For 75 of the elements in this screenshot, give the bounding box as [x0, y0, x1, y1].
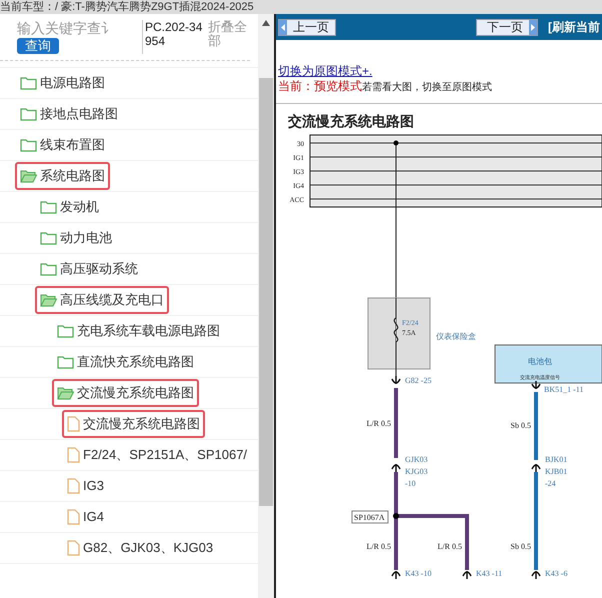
scroll-up-icon[interactable] — [262, 20, 270, 26]
junction-dot — [394, 140, 398, 146]
wire-label: L/R 0.5 — [366, 542, 391, 551]
connector-label: K43 -10 — [405, 569, 432, 578]
folder-icon — [40, 200, 57, 214]
file-icon — [67, 416, 80, 432]
connector-label: KJB01 — [545, 467, 568, 476]
connector-label: KJG03 — [405, 467, 428, 476]
wire-label: Sb 0.5 — [510, 542, 531, 551]
tree-file-item[interactable]: G82、GJK03、KJG03 — [62, 534, 218, 562]
tree-folder-item[interactable]: 动力电池 — [35, 224, 117, 252]
connector-label: GJK03 — [405, 455, 428, 464]
search-button[interactable]: 查询 — [17, 38, 59, 54]
tree-folder-item[interactable]: 直流快充系统电路图 — [52, 348, 199, 376]
folder-icon — [20, 107, 37, 121]
connector-symbol — [391, 570, 401, 580]
open-folder-icon — [20, 169, 37, 183]
tree-file-item[interactable]: 交流慢充系统电路图 — [62, 410, 205, 438]
code-text: PC.202-34954 — [145, 20, 204, 48]
connector-label: BJK01 — [545, 455, 568, 464]
tree-file-item[interactable]: IG4 — [62, 503, 109, 531]
tree-file-item[interactable]: F2/24、SP2151A、SP1067/ — [62, 441, 252, 469]
connector-symbol — [531, 463, 541, 473]
connector-label: K43 -11 — [476, 569, 502, 578]
wire-label: Sb 0.5 — [510, 421, 531, 430]
refresh-link[interactable]: [刷新当前 — [548, 18, 600, 36]
connector-label: -24 — [545, 479, 556, 488]
connector-symbol — [391, 463, 401, 473]
fuse-box — [368, 298, 430, 370]
keyword-search-field[interactable]: 输入关键字查讠 — [17, 20, 137, 36]
tree-folder-item[interactable]: 交流慢充系统电路图 — [52, 379, 199, 407]
battery-pack-label: 电池包 — [528, 357, 552, 366]
connector-symbol — [531, 380, 541, 390]
file-icon — [67, 447, 80, 463]
tree-folder-item[interactable]: 充电系统车载电源电路图 — [52, 317, 225, 345]
preview-mode-label: 当前：预览模式 — [278, 79, 362, 94]
connector-symbol — [531, 570, 541, 580]
tree-folder-item[interactable]: 发动机 — [35, 193, 104, 221]
connector-symbol — [391, 375, 401, 385]
connector-label: G82 -25 — [405, 376, 432, 385]
vehicle-model-text: 当前车型：/ 豪:T-腾势汽车腾势Z9GT插混2024-2025 — [0, 0, 254, 14]
tree-folder-item[interactable]: 高压线缆及充电口 — [35, 286, 169, 314]
connector-label: K43 -6 — [545, 569, 568, 578]
open-folder-icon — [57, 386, 74, 400]
folder-icon — [40, 231, 57, 245]
tree-folder-item[interactable]: 电源电路图 — [15, 69, 110, 97]
tree-folder-item[interactable]: 系统电路图 — [15, 162, 110, 190]
connector-label: BK51_1 -11 — [544, 385, 584, 394]
wire-label: L/R 0.5 — [438, 542, 462, 551]
scrollbar-thumb[interactable] — [259, 78, 273, 506]
mode-hint-text: 若需看大图，切换至原图模式 — [362, 80, 492, 95]
tree-folder-item[interactable]: 接地点电路图 — [15, 100, 123, 128]
scrollbar[interactable] — [258, 14, 274, 598]
folder-icon — [57, 324, 74, 338]
file-icon — [67, 509, 80, 525]
tree-folder-item[interactable]: 高压驱动系统 — [35, 255, 143, 283]
open-folder-icon — [40, 293, 57, 307]
tree-file-item[interactable]: IG3 — [62, 472, 109, 500]
wire-label: L/R 0.5 — [366, 419, 391, 428]
connector-label: -10 — [405, 479, 416, 488]
diagram-title: 交流慢充系统电路图 — [287, 112, 415, 130]
splice-dot — [393, 513, 399, 519]
previous-page-button[interactable]: 上一页 — [278, 18, 336, 36]
next-page-button[interactable]: 下一页 — [476, 18, 538, 36]
folder-icon — [20, 76, 37, 90]
folder-icon — [20, 138, 37, 152]
splice-label: SP1067A — [352, 510, 388, 524]
fuse-box-label: 仪表保险盒 — [436, 332, 476, 341]
original-mode-link[interactable]: 切换为原图模式+. — [278, 64, 600, 79]
folder-icon — [57, 355, 74, 369]
file-icon — [67, 540, 80, 556]
file-icon — [67, 478, 80, 494]
folder-icon — [40, 262, 57, 276]
tree-folder-item[interactable]: 线束布置图 — [15, 131, 110, 159]
connector-symbol — [462, 570, 472, 580]
